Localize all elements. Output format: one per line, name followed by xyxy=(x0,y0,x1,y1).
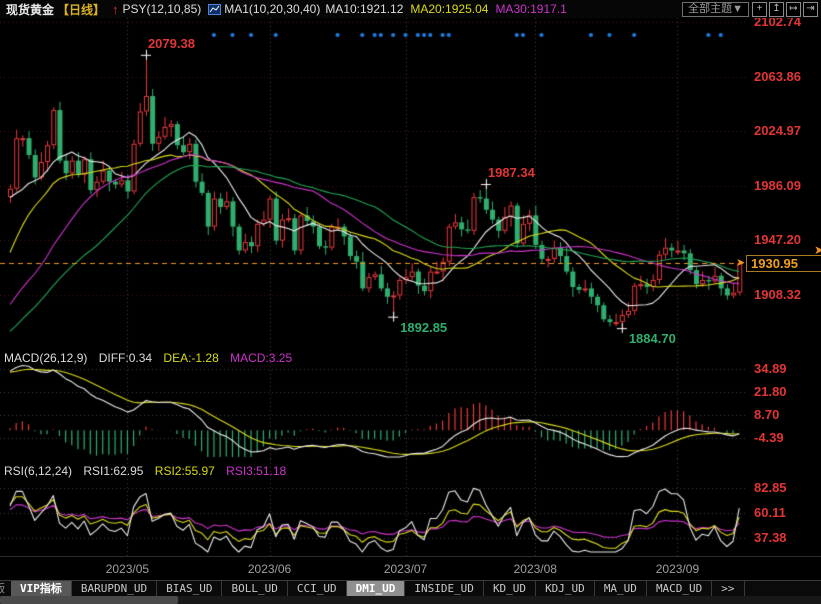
ma10-value: MA10:1921.12 xyxy=(325,2,403,16)
scrollbar-thumb[interactable] xyxy=(0,596,178,604)
axis-tick-label: 37.38 xyxy=(754,530,787,545)
indicator-tab-kdud[interactable]: KD_UD xyxy=(484,581,536,597)
horizontal-scrollbar[interactable] xyxy=(0,596,821,604)
rsi-panel-header: RSI(6,12,24) RSI1:62.95 RSI2:55.97 RSI3:… xyxy=(4,464,294,478)
rsi2-value: RSI2:55.97 xyxy=(155,464,215,478)
rsi3-value: RSI3:51.18 xyxy=(226,464,286,478)
psy-indicator-label: PSY(12,10,85) xyxy=(123,2,202,16)
indicator-tab-insideud[interactable]: INSIDE_UD xyxy=(405,581,484,597)
axis-tick-label: 1986.09 xyxy=(754,178,801,193)
macd-axis: 34.89 21.80 8.70 -4.39 xyxy=(748,346,821,459)
macd-macd-value: MACD:3.25 xyxy=(230,351,292,365)
axis-tick-label: 8.70 xyxy=(754,407,779,422)
rsi-title: RSI(6,12,24) xyxy=(4,464,72,478)
price-annotation: 1987.34 xyxy=(488,165,535,180)
ma20-value: MA20:1925.04 xyxy=(410,2,488,16)
indicator-tab-maud[interactable]: MA_UD xyxy=(595,581,647,597)
trading-app-window: 现货黄金 【日线】 ↑ PSY(12,10,85) MA1(10,20,30,4… xyxy=(0,0,821,604)
price-axis: 2102.742063.862024.971986.091947.201908.… xyxy=(748,18,821,346)
indicator-tab-[interactable]: >> xyxy=(712,581,744,597)
axis-tick-label: 34.89 xyxy=(754,361,787,376)
zoom-vertical-icon[interactable]: ↥ xyxy=(769,2,784,17)
indicator-tab-bollud[interactable]: BOLL_UD xyxy=(222,581,287,597)
price-annotation: 2079.38 xyxy=(148,36,195,51)
time-tick-label: 2023/06 xyxy=(238,562,302,576)
period-label: 【日线】 xyxy=(57,1,105,18)
macd-dea-value: DEA:-1.28 xyxy=(163,351,218,365)
indicator-tab-cciud[interactable]: CCI_UD xyxy=(288,581,347,597)
rsi-axis: 82.85 60.11 37.38 xyxy=(748,459,821,556)
axis-tick-label: 1908.32 xyxy=(754,287,801,302)
time-axis: 2023/05 2023/06 2023/07 2023/08 2023/09 xyxy=(0,556,821,581)
indicator-tab-biasud[interactable]: BIAS_UD xyxy=(157,581,222,597)
indicator-tab-dmiud[interactable]: DMI_UD xyxy=(347,581,406,597)
axis-tick-label: 2063.86 xyxy=(754,69,801,84)
zoom-horizontal-icon[interactable]: ↦ xyxy=(786,2,801,17)
indicator-tab-vip[interactable]: VIP指标 xyxy=(11,581,72,597)
macd-diff-value: DIFF:0.34 xyxy=(99,351,152,365)
rsi1-value: RSI1:62.95 xyxy=(83,464,143,478)
indicator-tab-macdud[interactable]: MACD_UD xyxy=(647,581,712,597)
line-chart-icon xyxy=(208,4,221,15)
axis-tick-label: 1947.20 xyxy=(754,232,801,247)
current-price-badge: 1930.95 xyxy=(746,255,821,272)
theme-dropdown[interactable]: 全部主题▼ xyxy=(682,2,749,17)
price-annotation: 1892.85 xyxy=(400,320,447,335)
edge-marker-icon: ➤ xyxy=(814,243,821,257)
header-toolbar: 全部主题▼ +↥↦⇥ xyxy=(682,2,818,17)
axis-tick-label: 60.11 xyxy=(754,505,786,520)
chart-header-bar: 现货黄金 【日线】 ↑ PSY(12,10,85) MA1(10,20,30,4… xyxy=(0,0,821,18)
time-tick-label: 2023/09 xyxy=(645,562,709,576)
macd-panel-header: MACD(26,12,9) DIFF:0.34 DEA:-1.28 MACD:3… xyxy=(4,351,300,365)
indicator-tab-bar: 版VIP指标BARUPDN_UDBIAS_UDBOLL_UDCCI_UDDMI_… xyxy=(0,580,821,597)
time-tick-label: 2023/05 xyxy=(95,562,159,576)
instrument-title: 现货黄金 xyxy=(6,1,54,18)
axis-tick-label: 82.85 xyxy=(754,480,787,495)
time-tick-label: 2023/07 xyxy=(374,562,438,576)
toolbar-icon-group: +↥↦⇥ xyxy=(752,2,818,17)
clipped-tab-glyph: 版 xyxy=(0,581,11,597)
ma30-value: MA30:1917.1 xyxy=(495,2,566,16)
indicator-tab-barupdnud[interactable]: BARUPDN_UD xyxy=(72,581,157,597)
axis-tick-label: 21.80 xyxy=(754,384,787,399)
axis-tick-label: 2024.97 xyxy=(754,123,801,138)
ma-group-label: MA1(10,20,30,40) xyxy=(224,2,320,16)
up-arrow-icon: ↑ xyxy=(112,2,119,17)
current-price-arrow-icon: ➤ xyxy=(736,256,745,269)
exit-icon[interactable]: ⇥ xyxy=(803,2,818,17)
price-annotation: 1884.70 xyxy=(629,331,676,346)
candlestick-chart-canvas[interactable] xyxy=(0,18,821,346)
time-tick-label: 2023/08 xyxy=(503,562,567,576)
macd-title: MACD(26,12,9) xyxy=(4,351,87,365)
indicator-tab-kdjud[interactable]: KDJ_UD xyxy=(536,581,595,597)
axis-tick-label: -4.39 xyxy=(754,430,784,445)
pan-icon[interactable]: + xyxy=(752,2,767,17)
